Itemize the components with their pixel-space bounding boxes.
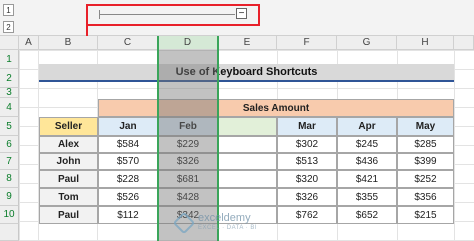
group-line-start-tick <box>99 10 100 19</box>
cell-may[interactable]: $356 <box>397 188 454 206</box>
column-header-d[interactable]: D <box>158 36 218 50</box>
sales-amount-header: Sales Amount <box>98 99 454 117</box>
cell-jan[interactable]: $526 <box>98 188 158 206</box>
row-header-10[interactable]: 10 <box>0 206 19 224</box>
cell-hidden-col[interactable] <box>218 170 277 188</box>
column-header-a[interactable]: A <box>19 36 39 50</box>
cell-apr[interactable]: $245 <box>337 136 397 153</box>
row-header-8[interactable]: 8 <box>0 170 19 188</box>
header-hidden-col <box>218 117 277 136</box>
collapse-group-button[interactable]: − <box>236 8 247 19</box>
cell-jan[interactable]: $584 <box>98 136 158 153</box>
column-header-blank[interactable] <box>454 36 474 50</box>
cell-jan[interactable]: $112 <box>98 206 158 224</box>
column-header-b[interactable]: B <box>39 36 98 50</box>
column-header-e[interactable]: E <box>218 36 277 50</box>
cell-may[interactable]: $215 <box>397 206 454 224</box>
cell-seller[interactable]: John <box>39 153 98 170</box>
column-header-h[interactable]: H <box>397 36 454 50</box>
row-header-11[interactable] <box>0 224 19 241</box>
watermark-name: exceldemy <box>198 212 251 224</box>
cell-mar[interactable]: $762 <box>277 206 337 224</box>
cell-seller[interactable]: Alex <box>39 136 98 153</box>
cell-hidden-col[interactable] <box>218 136 277 153</box>
header-seller: Seller <box>39 117 98 136</box>
cell-mar[interactable]: $302 <box>277 136 337 153</box>
cell-jan[interactable]: $570 <box>98 153 158 170</box>
cell-apr[interactable]: $436 <box>337 153 397 170</box>
row-header-5[interactable]: 5 <box>0 117 19 136</box>
header-apr: Apr <box>337 117 397 136</box>
sheet-title: Use of Keyboard Shortcuts <box>39 64 454 82</box>
watermark-tagline: EXCEL · DATA · BI <box>198 225 258 231</box>
header-mar: Mar <box>277 117 337 136</box>
cell-apr[interactable]: $355 <box>337 188 397 206</box>
cell-mar[interactable]: $326 <box>277 188 337 206</box>
cell-hidden-col[interactable] <box>218 188 277 206</box>
cell-apr[interactable]: $421 <box>337 170 397 188</box>
row-header-4[interactable]: 4 <box>0 98 19 117</box>
row-header-6[interactable]: 6 <box>0 136 19 153</box>
row-header-7[interactable]: 7 <box>0 153 19 170</box>
cell-seller[interactable]: Paul <box>39 170 98 188</box>
watermark: exceldemy EXCEL · DATA · BI <box>172 210 286 236</box>
cell-mar[interactable]: $320 <box>277 170 337 188</box>
group-border-left <box>157 36 159 241</box>
group-outline-line <box>99 14 235 15</box>
column-header-g[interactable]: G <box>337 36 397 50</box>
header-jan: Jan <box>98 117 158 136</box>
group-annotation-box <box>86 4 260 26</box>
outline-level-1-button[interactable]: 1 <box>3 4 14 16</box>
outline-level-2-button[interactable]: 2 <box>3 21 14 33</box>
cell-seller[interactable]: Tom <box>39 188 98 206</box>
cell-apr[interactable]: $652 <box>337 206 397 224</box>
cell-may[interactable]: $252 <box>397 170 454 188</box>
column-header-c[interactable]: C <box>98 36 158 50</box>
cell-mar[interactable]: $513 <box>277 153 337 170</box>
row-header-1[interactable]: 1 <box>0 50 19 69</box>
cell-jan[interactable]: $228 <box>98 170 158 188</box>
row-header-9[interactable]: 9 <box>0 188 19 206</box>
row-header-2[interactable]: 2 <box>0 69 19 88</box>
cell-seller[interactable]: Paul <box>39 206 98 224</box>
cell-may[interactable]: $399 <box>397 153 454 170</box>
cell-may[interactable]: $285 <box>397 136 454 153</box>
select-all-corner[interactable] <box>0 36 19 50</box>
cell-hidden-col[interactable] <box>218 153 277 170</box>
header-may: May <box>397 117 454 136</box>
row-header-3[interactable]: 3 <box>0 87 19 98</box>
exceldemy-logo-icon <box>172 211 196 235</box>
column-header-f[interactable]: F <box>277 36 337 50</box>
